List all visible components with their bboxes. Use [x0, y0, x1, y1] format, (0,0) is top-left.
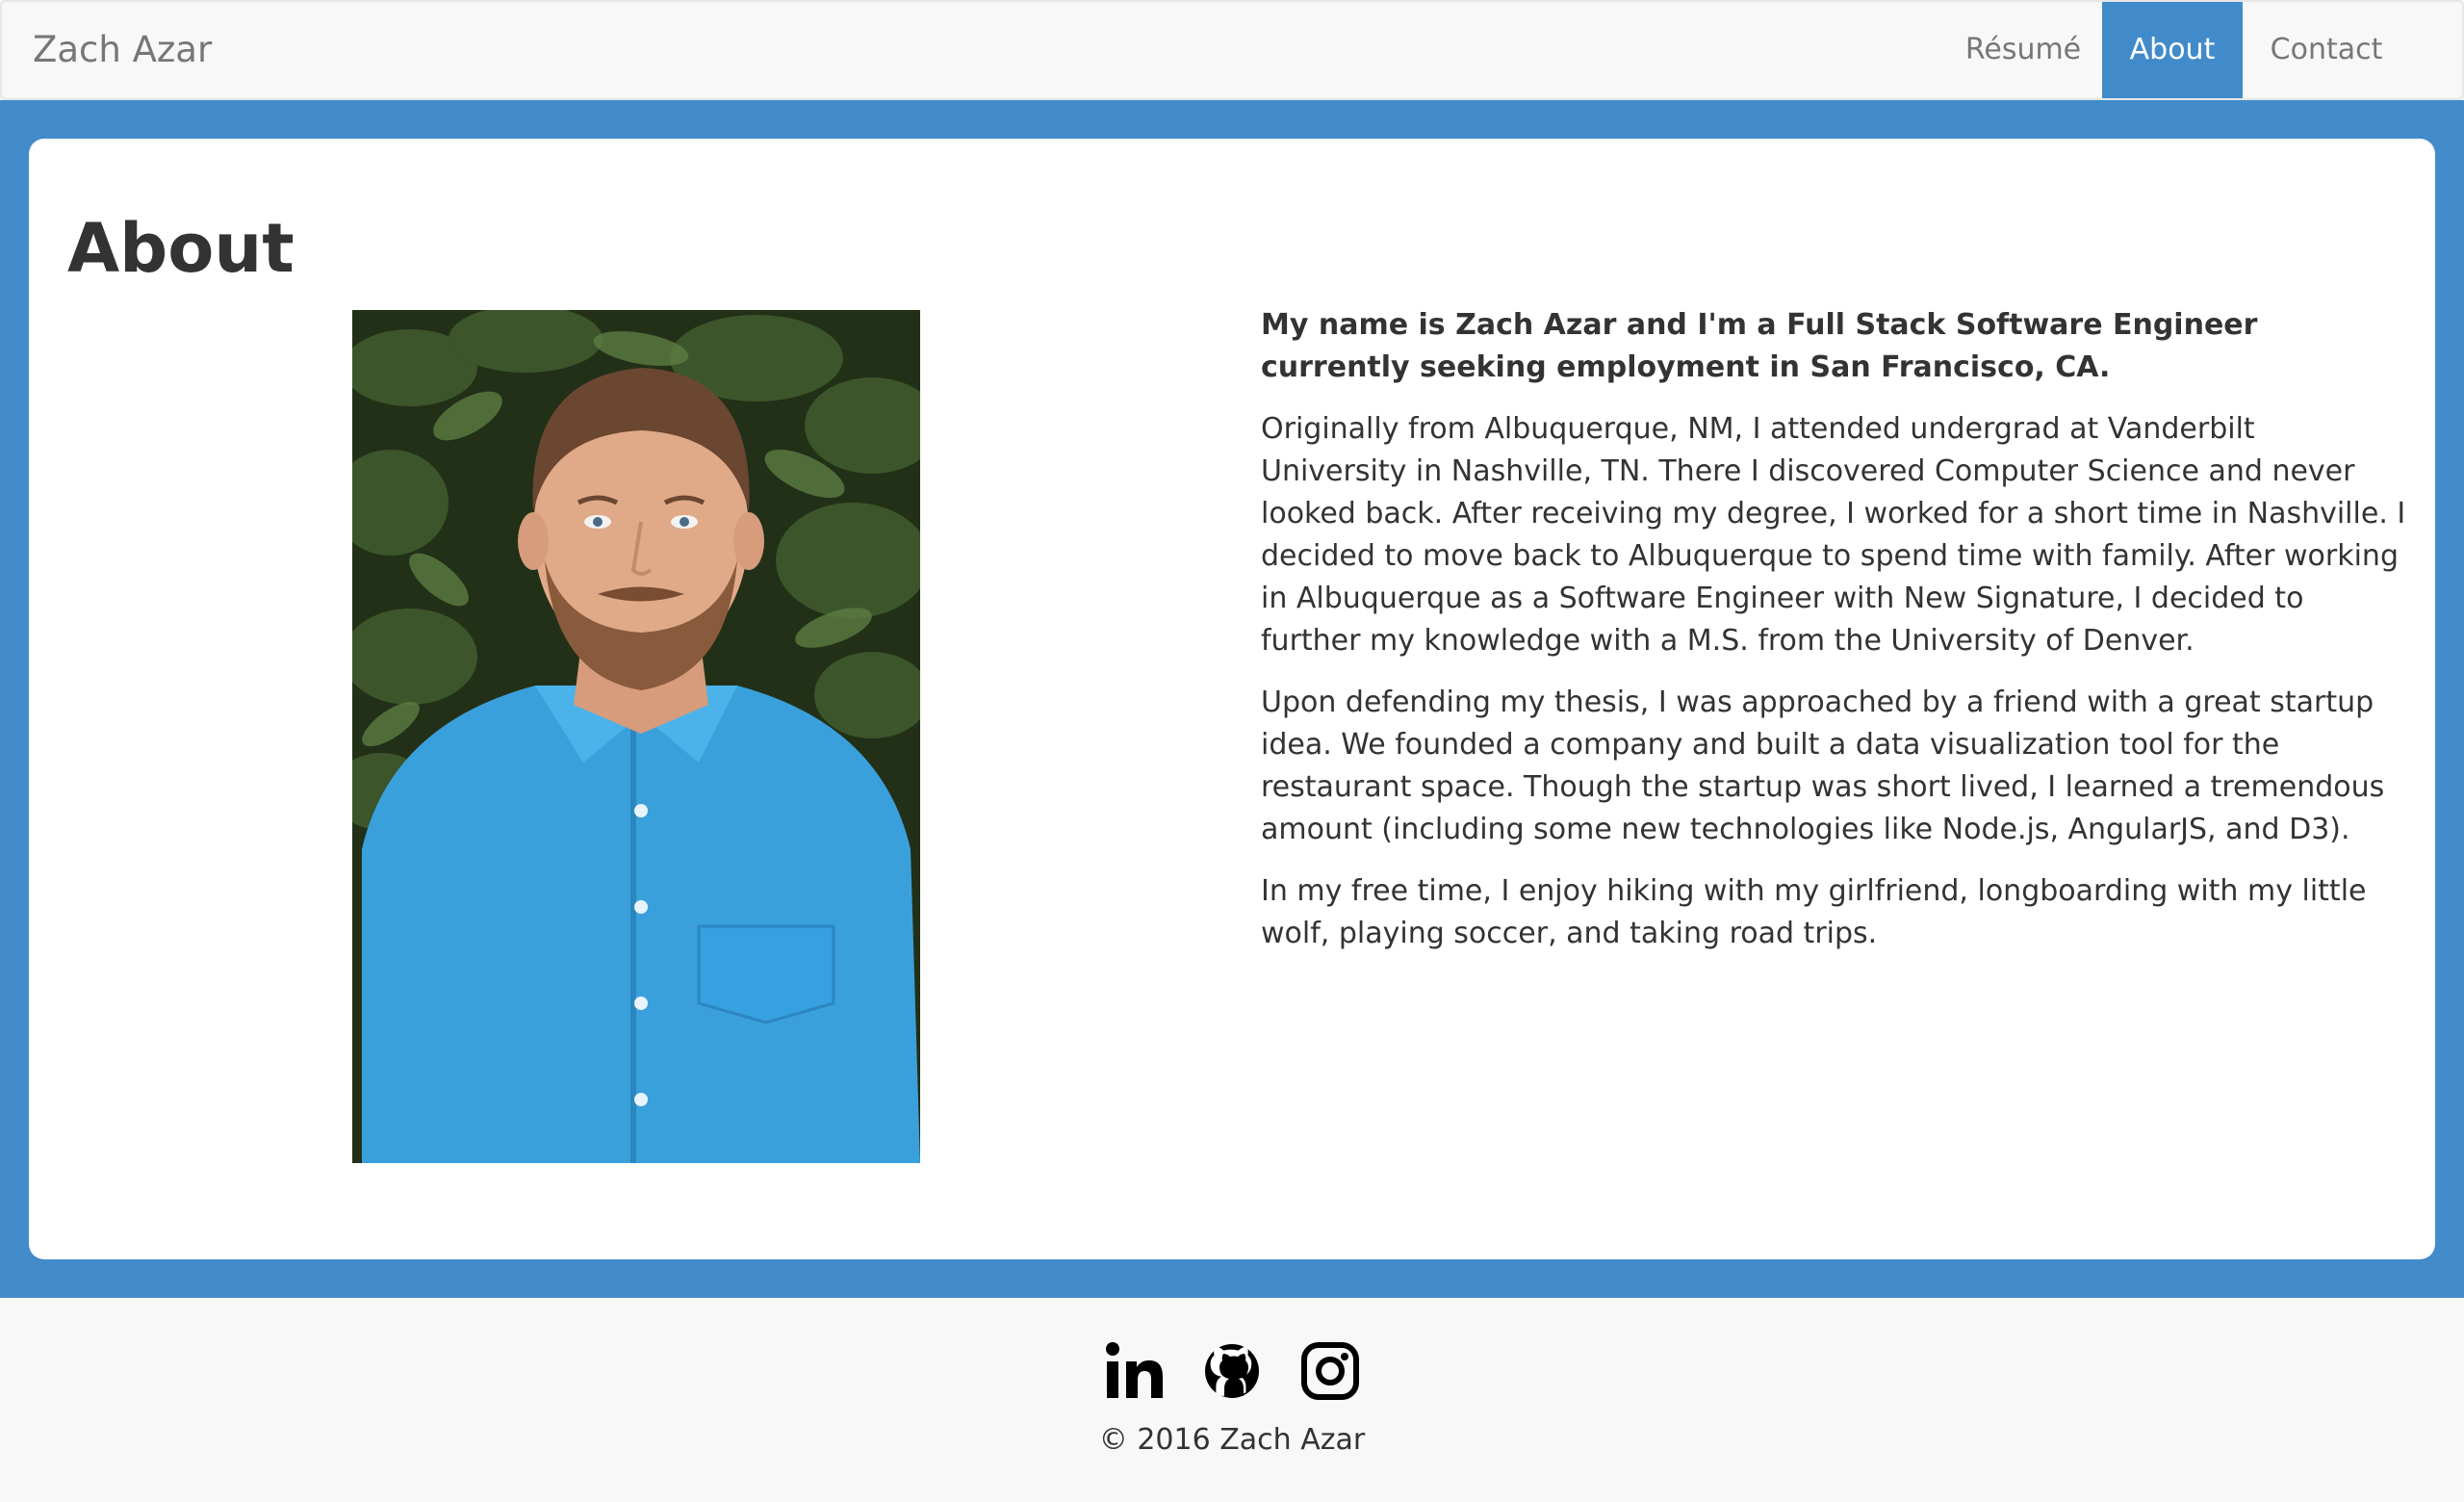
- copyright: © 2016 Zach Azar: [1098, 1423, 1366, 1457]
- social-links: [1097, 1340, 1367, 1408]
- footer: © 2016 Zach Azar: [0, 1298, 2464, 1502]
- portrait-photo: [352, 310, 920, 1163]
- about-text: My name is Zach Azar and I'm a Full Stac…: [1261, 304, 2406, 974]
- github-icon[interactable]: [1201, 1340, 1263, 1402]
- background-paragraph: Originally from Albuquerque, NM, I atten…: [1261, 412, 2406, 658]
- nav-item-contact[interactable]: Contact: [2245, 2, 2408, 98]
- startup-paragraph: Upon defending my thesis, I was approach…: [1261, 686, 2385, 846]
- intro-paragraph: My name is Zach Azar and I'm a Full Stac…: [1261, 308, 2258, 384]
- nav-item-about[interactable]: About: [2102, 2, 2243, 98]
- hobbies-paragraph: In my free time, I enjoy hiking with my …: [1261, 874, 2367, 950]
- linkedin-icon[interactable]: [1103, 1340, 1165, 1402]
- navbar: Zach Azar Résumé About Contact: [0, 0, 2464, 100]
- nav-item-resume[interactable]: Résumé: [1946, 2, 2100, 98]
- page-title: About: [67, 209, 295, 288]
- brand-link[interactable]: Zach Azar: [33, 27, 212, 73]
- instagram-icon[interactable]: [1299, 1340, 1361, 1402]
- about-panel: About My name is Zach Azar and I'm a Ful…: [29, 139, 2435, 1259]
